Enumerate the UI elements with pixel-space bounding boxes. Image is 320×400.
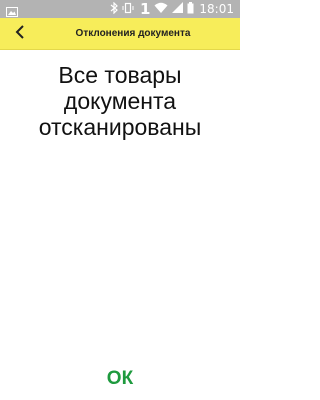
app-bar: Отклонения документа <box>0 18 240 50</box>
battery-icon <box>187 0 194 18</box>
status-message: Все товары документа отсканированы <box>38 62 202 140</box>
signal-icon <box>172 0 184 18</box>
vibrate-icon <box>122 0 134 18</box>
chevron-left-icon <box>15 24 25 44</box>
wifi-icon <box>154 0 168 18</box>
bluetooth-icon <box>110 0 118 18</box>
status-bar: 1 18:01 <box>0 0 240 18</box>
ok-button[interactable]: ОК <box>80 364 160 394</box>
status-time: 18:01 <box>199 2 234 16</box>
image-icon <box>6 3 18 17</box>
sim-indicator: 1 <box>139 0 151 18</box>
back-button[interactable] <box>8 22 32 46</box>
status-icons: 1 18:01 <box>106 0 234 18</box>
page-title: Отклонения документа <box>75 28 191 39</box>
